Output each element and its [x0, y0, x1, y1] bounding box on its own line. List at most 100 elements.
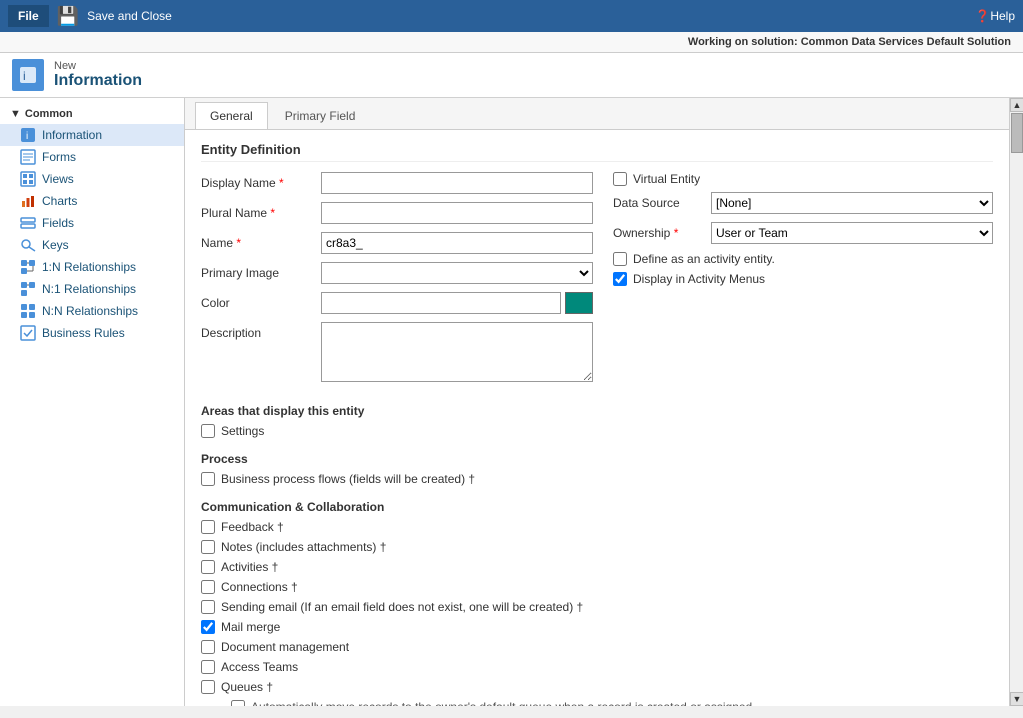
define-activity-label: Define as an activity entity. — [633, 252, 775, 266]
comm-title: Communication & Collaboration — [201, 500, 993, 514]
views-icon — [20, 171, 36, 187]
svg-text:i: i — [26, 131, 28, 142]
sidebar-item-business-rules[interactable]: Business Rules — [0, 322, 184, 344]
page-header-new: New — [54, 60, 142, 72]
svg-text:i: i — [23, 69, 26, 83]
ownership-select[interactable]: User or Team — [711, 222, 993, 244]
plural-name-label: Plural Name — [201, 206, 321, 220]
define-activity-checkbox[interactable] — [613, 252, 627, 266]
fields-icon — [20, 215, 36, 231]
form-right: Virtual Entity Data Source [None] Owners… — [613, 172, 993, 390]
page-header-title: Information — [54, 72, 142, 90]
help-button[interactable]: ❓Help — [975, 9, 1015, 23]
page-header-icon: i — [12, 59, 44, 91]
document-mgmt-row: Document management — [201, 640, 993, 654]
sidebar-item-n1-relationships[interactable]: N:1 Relationships — [0, 278, 184, 300]
file-button[interactable]: File — [8, 5, 49, 27]
activities-checkbox[interactable] — [201, 560, 215, 574]
sidebar-item-fields[interactable]: Fields — [0, 212, 184, 234]
color-label: Color — [201, 296, 321, 310]
mail-merge-row: Mail merge — [201, 620, 993, 634]
keys-icon — [20, 237, 36, 253]
document-mgmt-label: Document management — [221, 640, 349, 654]
page-header: i New Information — [0, 53, 1023, 98]
name-input[interactable] — [321, 232, 593, 254]
mail-merge-label: Mail merge — [221, 620, 280, 634]
scrollbar-thumb[interactable] — [1011, 113, 1023, 153]
plural-name-input[interactable] — [321, 202, 593, 224]
connections-label: Connections † — [221, 580, 298, 594]
notes-checkbox[interactable] — [201, 540, 215, 554]
business-process-row: Business process flows (fields will be c… — [201, 472, 993, 486]
solution-bar: Working on solution: Common Data Service… — [0, 32, 1023, 53]
document-mgmt-checkbox[interactable] — [201, 640, 215, 654]
queues-label: Queues † — [221, 680, 273, 694]
settings-label: Settings — [221, 424, 264, 438]
notes-label: Notes (includes attachments) † — [221, 540, 386, 554]
ownership-row: Ownership User or Team — [613, 222, 993, 244]
description-label: Description — [201, 322, 321, 340]
sidebar: ▼ Common i Information Forms Views Chart… — [0, 98, 185, 706]
sidebar-item-nn-relationships[interactable]: N:N Relationships — [0, 300, 184, 322]
process-section: Process Business process flows (fields w… — [201, 452, 993, 486]
save-icon[interactable]: 💾 — [57, 6, 79, 27]
charts-icon — [20, 193, 36, 209]
feedback-checkbox[interactable] — [201, 520, 215, 534]
queues-row: Queues † — [201, 680, 993, 694]
tab-general[interactable]: General — [195, 102, 268, 129]
sidebar-item-charts[interactable]: Charts — [0, 190, 184, 212]
settings-checkbox[interactable] — [201, 424, 215, 438]
virtual-entity-row: Virtual Entity — [613, 172, 993, 186]
settings-row: Settings — [201, 424, 993, 438]
description-row: Description — [201, 322, 593, 382]
sidebar-section-common[interactable]: ▼ Common — [0, 104, 184, 124]
activities-row: Activities † — [201, 560, 993, 574]
virtual-entity-checkbox[interactable] — [613, 172, 627, 186]
queues-checkbox[interactable] — [201, 680, 215, 694]
scrollbar: ▲ ▼ — [1009, 98, 1023, 706]
notes-row: Notes (includes attachments) † — [201, 540, 993, 554]
define-activity-row: Define as an activity entity. — [613, 252, 993, 266]
scroll-up-arrow[interactable]: ▲ — [1010, 98, 1023, 112]
feedback-row: Feedback † — [201, 520, 993, 534]
nn-relationships-icon — [20, 303, 36, 319]
areas-section: Areas that display this entity Settings — [201, 404, 993, 438]
virtual-entity-label: Virtual Entity — [633, 172, 700, 186]
scroll-down-arrow[interactable]: ▼ — [1010, 692, 1023, 706]
save-close-button[interactable]: Save and Close — [87, 9, 172, 23]
business-process-checkbox[interactable] — [201, 472, 215, 486]
chevron-down-icon: ▼ — [10, 108, 21, 120]
mail-merge-checkbox[interactable] — [201, 620, 215, 634]
ownership-label: Ownership — [613, 226, 703, 240]
connections-checkbox[interactable] — [201, 580, 215, 594]
display-name-label: Display Name — [201, 176, 321, 190]
sidebar-item-information[interactable]: i Information — [0, 124, 184, 146]
sidebar-item-1n-relationships[interactable]: 1:N Relationships — [0, 256, 184, 278]
top-bar: File 💾 Save and Close ❓Help — [0, 0, 1023, 32]
display-activity-checkbox[interactable] — [613, 272, 627, 286]
primary-image-select[interactable] — [321, 262, 593, 284]
description-input[interactable] — [321, 322, 593, 382]
sending-email-label: Sending email (If an email field does no… — [221, 600, 583, 614]
primary-image-label: Primary Image — [201, 266, 321, 280]
business-process-label: Business process flows (fields will be c… — [221, 472, 475, 486]
sending-email-checkbox[interactable] — [201, 600, 215, 614]
color-swatch[interactable] — [565, 292, 593, 314]
main-layout: ▼ Common i Information Forms Views Chart… — [0, 98, 1023, 706]
form-left: Display Name Plural Name Name Primary Im… — [201, 172, 593, 390]
data-source-label: Data Source — [613, 196, 703, 210]
tabs-bar: General Primary Field — [185, 98, 1009, 130]
auto-move-checkbox[interactable] — [231, 700, 245, 706]
display-name-input[interactable] — [321, 172, 593, 194]
sidebar-item-keys[interactable]: Keys — [0, 234, 184, 256]
section-entity-definition: Entity Definition — [201, 142, 993, 162]
content-area: General Primary Field Entity Definition … — [185, 98, 1009, 706]
color-input[interactable] — [321, 292, 561, 314]
sidebar-item-views[interactable]: Views — [0, 168, 184, 190]
tab-primary-field[interactable]: Primary Field — [270, 102, 371, 129]
sidebar-item-forms[interactable]: Forms — [0, 146, 184, 168]
access-teams-checkbox[interactable] — [201, 660, 215, 674]
areas-title: Areas that display this entity — [201, 404, 993, 418]
auto-move-row: Automatically move records to the owner'… — [231, 700, 993, 706]
data-source-select[interactable]: [None] — [711, 192, 993, 214]
